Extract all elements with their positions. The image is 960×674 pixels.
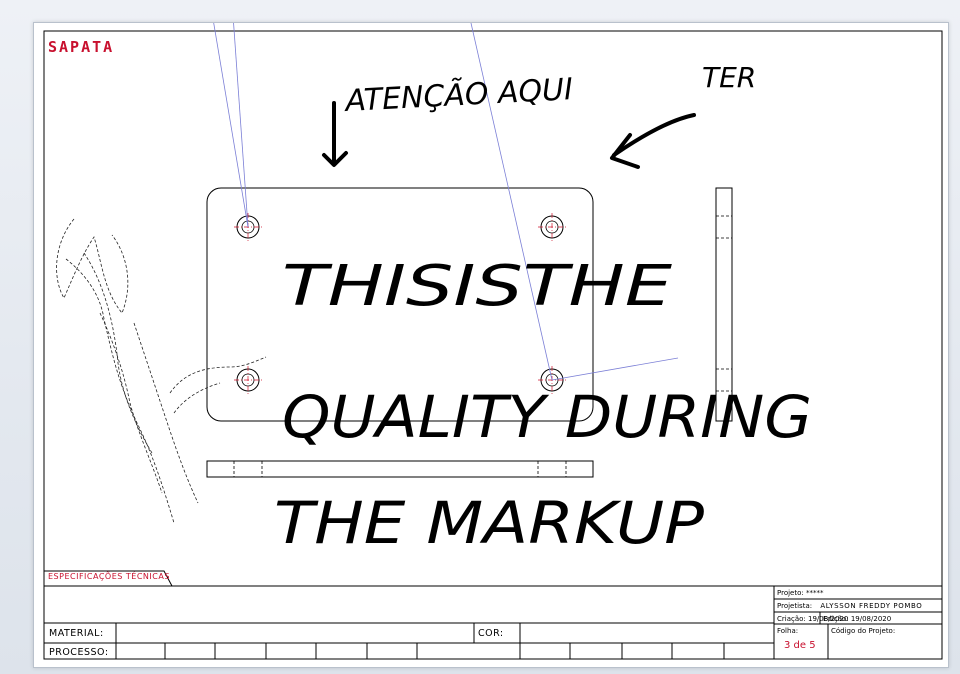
specs-tab[interactable]: ESPECIFICAÇÕES TÉCNICAS (48, 572, 170, 581)
attention-note[interactable]: ATENÇÃO AQUI (343, 71, 574, 119)
projetista-field: Projetista: ALYSSON FREDDY POMBO (777, 602, 923, 610)
ter-note[interactable]: TER (702, 61, 756, 94)
big-note-line3[interactable]: THE MARKUP (274, 489, 704, 557)
sheet-number: 3 de 5 (784, 640, 816, 651)
markup-text-layer[interactable]: ATENÇÃO AQUI TER THISISTHE QUALITY DURIN… (34, 23, 948, 667)
big-note-line1[interactable]: THISISTHE (282, 254, 673, 319)
cor-label: COR: (478, 628, 504, 639)
processo-label: PROCESSO: (49, 647, 109, 658)
edicao-field: Edição: 19/08/2020 (823, 615, 892, 623)
big-note-line2[interactable]: QUALITY DURING (282, 383, 812, 451)
projeto-field: Projeto: ***** (777, 589, 824, 597)
material-label: MATERIAL: (49, 628, 104, 639)
folha-label: Folha: (777, 627, 799, 635)
codigo-label: Código do Projeto: (831, 627, 896, 635)
drawing-sheet[interactable]: SAPATA ATENÇÃO AQUI TER THISISTHE QUALIT… (33, 22, 949, 668)
